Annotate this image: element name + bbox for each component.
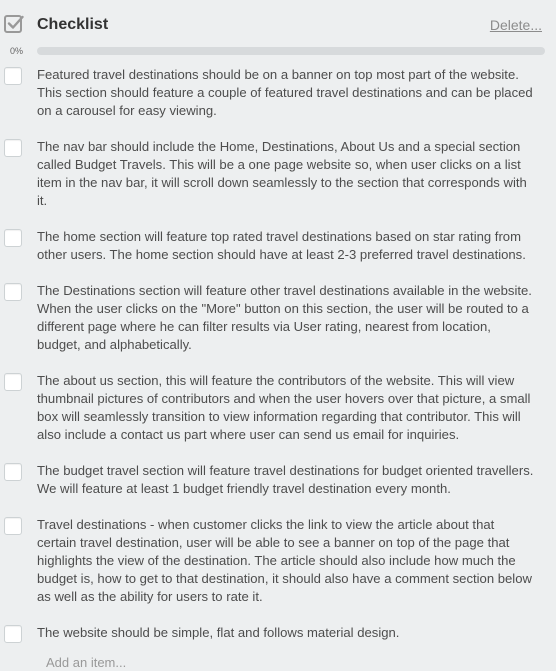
checklist-item-checkbox[interactable] bbox=[4, 625, 22, 643]
checklist-item-checkbox[interactable] bbox=[4, 67, 22, 85]
checklist-item-text[interactable]: The home section will feature top rated … bbox=[37, 228, 536, 264]
checklist-items: Featured travel destinations should be o… bbox=[0, 66, 556, 643]
checklist-item-text[interactable]: The Destinations section will feature ot… bbox=[37, 282, 536, 354]
checklist-item[interactable]: Featured travel destinations should be o… bbox=[0, 66, 556, 120]
checklist-item-text[interactable]: The budget travel section will feature t… bbox=[37, 462, 536, 498]
checklist-item-checkbox[interactable] bbox=[4, 517, 22, 535]
checklist-item-checkbox[interactable] bbox=[4, 463, 22, 481]
checklist-item-text[interactable]: Travel destinations - when customer clic… bbox=[37, 516, 536, 606]
checklist-item[interactable]: The nav bar should include the Home, Des… bbox=[0, 138, 556, 210]
checklist-item[interactable]: The Destinations section will feature ot… bbox=[0, 282, 556, 354]
checklist-item[interactable]: The budget travel section will feature t… bbox=[0, 462, 556, 498]
checklist-item-text[interactable]: The about us section, this will feature … bbox=[37, 372, 536, 444]
checklist-item-text[interactable]: Featured travel destinations should be o… bbox=[37, 66, 536, 120]
add-item-link[interactable]: Add an item... bbox=[46, 655, 126, 671]
checklist-item-checkbox[interactable] bbox=[4, 283, 22, 301]
checklist-progress: 0% bbox=[0, 42, 556, 60]
checklist-item[interactable]: The about us section, this will feature … bbox=[0, 372, 556, 444]
checklist-title[interactable]: Checklist bbox=[37, 16, 108, 34]
checklist-header: Checklist Delete... bbox=[0, 0, 556, 42]
checklist-item-text[interactable]: The nav bar should include the Home, Des… bbox=[37, 138, 536, 210]
progress-bar bbox=[37, 47, 545, 55]
checklist-item-checkbox[interactable] bbox=[4, 373, 22, 391]
checklist-item[interactable]: Travel destinations - when customer clic… bbox=[0, 516, 556, 606]
checklist-item-checkbox[interactable] bbox=[4, 229, 22, 247]
checklist-item[interactable]: The home section will feature top rated … bbox=[0, 228, 556, 264]
progress-percent: 0% bbox=[10, 46, 24, 56]
checklist-item-checkbox[interactable] bbox=[4, 139, 22, 157]
delete-checklist-link[interactable]: Delete... bbox=[490, 17, 542, 33]
checklist-icon bbox=[4, 14, 24, 34]
checklist-item[interactable]: The website should be simple, flat and f… bbox=[0, 624, 556, 643]
checklist-item-text[interactable]: The website should be simple, flat and f… bbox=[37, 624, 536, 642]
